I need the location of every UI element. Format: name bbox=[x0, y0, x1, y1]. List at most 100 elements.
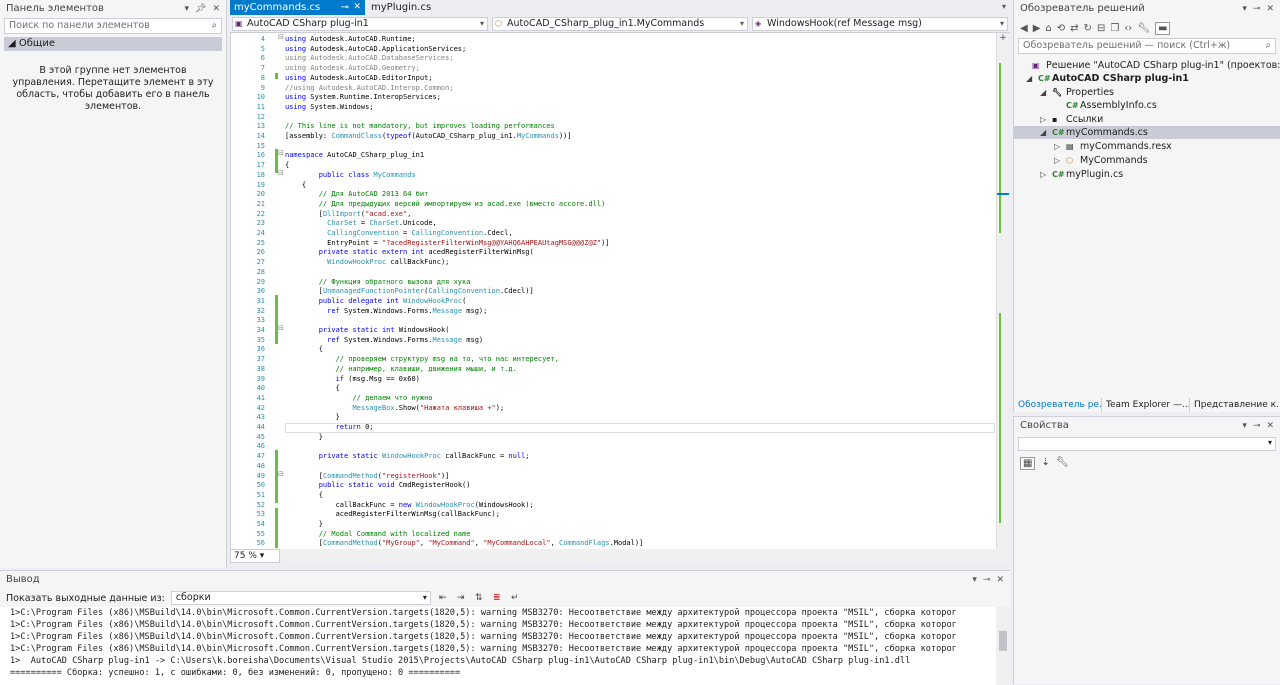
split-icon[interactable]: + bbox=[998, 33, 1008, 43]
dropdown-icon[interactable]: ▾ bbox=[1242, 0, 1247, 18]
code-line[interactable]: using Autodesk.AutoCAD.Geometry; bbox=[285, 63, 420, 73]
output-line[interactable]: 1>C:\Program Files (x86)\MSBuild\14.0\bi… bbox=[0, 619, 996, 631]
code-line[interactable]: using Autodesk.AutoCAD.EditorInput; bbox=[285, 73, 433, 83]
tree-node-mycommands-resx[interactable]: ▷ ▤ myCommands.resx bbox=[1054, 140, 1172, 153]
close-icon[interactable]: ✕ bbox=[212, 0, 220, 18]
close-icon[interactable]: ✕ bbox=[996, 571, 1004, 589]
sync-icon[interactable]: ⇄ bbox=[1070, 23, 1078, 34]
output-line[interactable]: ========== Сборка: успешно: 1, с ошибкам… bbox=[0, 667, 996, 679]
home-icon[interactable]: ⌂ bbox=[1045, 23, 1051, 34]
alphabetical-icon[interactable]: ⇣ bbox=[1041, 457, 1049, 470]
property-pages-icon[interactable]: 🔧︎ bbox=[1056, 457, 1069, 470]
scroll-thumb[interactable] bbox=[999, 631, 1007, 651]
tree-node-myplugin-cs[interactable]: ▷ C#myPlugin.cs bbox=[1040, 168, 1123, 181]
close-icon[interactable]: ✕ bbox=[1266, 0, 1274, 18]
outline-collapse-icon[interactable]: ⊟ bbox=[278, 470, 284, 478]
code-editor[interactable]: 4 5 6 7 8 9 10 11 12 13 14 15 16 17 18 19 20 21 22 23 24 25 26… bbox=[230, 33, 1009, 549]
code-line[interactable]: { bbox=[285, 383, 340, 393]
tree-node-references[interactable]: ▷ ▪ Ссылки bbox=[1040, 113, 1103, 126]
code-line[interactable]: // например, клавиши, движения мыши, и т… bbox=[285, 364, 517, 374]
pin-icon[interactable]: ⊸ bbox=[341, 0, 349, 15]
code-line[interactable]: ref System.Windows.Forms.Message msg) bbox=[285, 335, 483, 345]
properties-wrench-icon[interactable]: 🔧︎ bbox=[1137, 23, 1150, 34]
tree-node-solution[interactable]: ▣ Решение "AutoCAD CSharp plug-in1" (прое… bbox=[1020, 59, 1280, 72]
zoom-dropdown[interactable]: 75 % ▾ bbox=[230, 549, 280, 563]
search-icon[interactable]: ⌕ bbox=[212, 19, 217, 33]
code-line[interactable]: } bbox=[285, 432, 323, 442]
code-line[interactable]: // делаем что нужно bbox=[285, 393, 432, 403]
tree-node-mycommands-class[interactable]: ▷ ⬡ MyCommands bbox=[1054, 154, 1148, 167]
code-line[interactable]: WindowHookProc callBackFunc); bbox=[285, 257, 449, 267]
outline-collapse-icon[interactable]: ⊟ bbox=[278, 169, 284, 177]
code-line[interactable]: public static void CmdRegisterHook() bbox=[285, 480, 471, 490]
pin-icon[interactable]: 📌︎ bbox=[195, 0, 206, 18]
pin-icon[interactable]: ⊸ bbox=[1253, 417, 1261, 435]
code-line[interactable]: [assembly: CommandClass(typeof(AutoCAD_C… bbox=[285, 131, 572, 141]
code-line[interactable]: namespace AutoCAD_CSharp_plug_in1 bbox=[285, 150, 424, 160]
code-line[interactable]: { bbox=[285, 490, 323, 500]
code-line[interactable]: ref System.Windows.Forms.Message msg); bbox=[285, 306, 487, 316]
dropdown-icon[interactable]: ▾ bbox=[972, 571, 977, 589]
go-to-next-icon[interactable]: ⇥ bbox=[455, 592, 467, 604]
collapsed-icon[interactable]: ▷ bbox=[1054, 140, 1066, 153]
editor-horizontal-scrollbar[interactable] bbox=[282, 549, 1008, 563]
code-line[interactable]: // Modal Command with localized name bbox=[285, 529, 471, 539]
code-line[interactable]: acedRegisterFilterWinMsg(callBackFunc); bbox=[285, 509, 500, 519]
code-line[interactable]: public class MyCommands bbox=[285, 170, 416, 180]
output-source-dropdown[interactable]: сборки ▾ bbox=[170, 591, 431, 605]
word-wrap-icon[interactable]: ↵ bbox=[509, 592, 521, 604]
code-line[interactable]: // Функция обратного вызова для хука bbox=[285, 277, 471, 287]
output-scrollbar[interactable] bbox=[996, 607, 1010, 685]
code-line[interactable]: callBackFunc = new WindowHookProc(Window… bbox=[285, 500, 534, 510]
collapsed-icon[interactable]: ▷ bbox=[1040, 113, 1052, 126]
code-line[interactable]: private static int WindowsHook( bbox=[285, 325, 450, 335]
code-line[interactable]: [UnmanagedFunctionPointer(CallingConvent… bbox=[285, 286, 534, 296]
code-line[interactable]: using Autodesk.AutoCAD.DatabaseServices; bbox=[285, 53, 454, 63]
preview-icon[interactable]: ▬ bbox=[1155, 21, 1171, 35]
output-line[interactable]: 1>C:\Program Files (x86)\MSBuild\14.0\bi… bbox=[0, 607, 996, 619]
code-line[interactable]: // This line is not mandatory, but impro… bbox=[285, 121, 555, 131]
back-icon[interactable]: ◀ bbox=[1020, 23, 1028, 34]
code-line[interactable]: using Autodesk.AutoCAD.ApplicationServic… bbox=[285, 44, 466, 54]
code-line[interactable]: using Autodesk.AutoCAD.Runtime; bbox=[285, 34, 416, 44]
project-dropdown[interactable]: ▣ AutoCAD CSharp plug-in1 ▾ bbox=[232, 17, 488, 31]
code-area[interactable]: using Autodesk.AutoCAD.Runtime; using Aut… bbox=[285, 33, 995, 549]
properties-object-dropdown[interactable]: ▾ bbox=[1018, 437, 1276, 451]
tab-mycommands[interactable]: myCommands.cs ⊸ ✕ bbox=[230, 0, 365, 15]
code-line[interactable]: // Для предыдущих версий импортируем из … bbox=[285, 199, 606, 209]
collapsed-icon[interactable]: ▷ bbox=[1040, 168, 1052, 181]
tab-solution-explorer[interactable]: Обозреватель ре... bbox=[1014, 398, 1102, 412]
code-line[interactable]: CharSet = CharSet.Unicode, bbox=[285, 218, 437, 228]
search-icon[interactable]: ⌕ bbox=[1266, 39, 1271, 53]
code-view-icon[interactable]: ‹› bbox=[1124, 23, 1132, 34]
expanded-icon[interactable]: ◢ bbox=[1040, 86, 1052, 99]
output-line[interactable]: 1>C:\Program Files (x86)\MSBuild\14.0\bi… bbox=[0, 643, 996, 655]
history-icon[interactable]: ⟲ bbox=[1057, 23, 1065, 34]
tab-overflow-icon[interactable]: ▾ bbox=[1002, 2, 1006, 11]
code-line[interactable]: } bbox=[285, 412, 340, 422]
code-line[interactable]: return 0; bbox=[285, 422, 374, 432]
tree-node-project[interactable]: ◢ C#AutoCAD CSharp plug-in1 bbox=[1026, 72, 1189, 85]
code-line[interactable]: EntryPoint = "?acedRegisterFilterWinMsg@… bbox=[285, 238, 609, 248]
tree-node-assemblyinfo[interactable]: C#AssemblyInfo.cs bbox=[1054, 99, 1157, 112]
class-dropdown[interactable]: ⬡ AutoCAD_CSharp_plug_in1.MyCommands ▾ bbox=[492, 17, 748, 31]
output-line[interactable]: 1>C:\Program Files (x86)\MSBuild\14.0\bi… bbox=[0, 631, 996, 643]
tree-node-properties[interactable]: ◢ 🔧︎ Properties bbox=[1040, 86, 1114, 99]
close-icon[interactable]: ✕ bbox=[353, 0, 361, 15]
tree-node-mycommands-cs[interactable]: ◢ C#myCommands.cs bbox=[1014, 126, 1280, 139]
find-message-icon[interactable]: ⇅ bbox=[473, 592, 485, 604]
code-line[interactable]: // Для AutoCAD 2013 64 бит bbox=[285, 189, 429, 199]
code-line[interactable]: //using Autodesk.AutoCAD.Interop.Common; bbox=[285, 83, 454, 93]
collapse-all-icon[interactable]: ⊟ bbox=[1097, 23, 1105, 34]
code-line[interactable]: if (msg.Msg == 0x60) bbox=[285, 374, 420, 384]
member-dropdown[interactable]: ◈ WindowsHook(ref Message msg) ▾ bbox=[752, 17, 1008, 31]
code-line[interactable]: using System.Runtime.InteropServices; bbox=[285, 92, 441, 102]
pin-icon[interactable]: ⊸ bbox=[1253, 0, 1261, 18]
code-line[interactable]: // проверяем структуру msg на то, что на… bbox=[285, 354, 559, 364]
show-all-files-icon[interactable]: ❐ bbox=[1110, 23, 1119, 34]
code-line[interactable]: { bbox=[285, 344, 323, 354]
tab-team-explorer[interactable]: Team Explorer —... bbox=[1102, 398, 1190, 412]
editor-vertical-scrollbar[interactable]: + bbox=[996, 33, 1009, 549]
dropdown-icon[interactable]: ▾ bbox=[184, 0, 189, 18]
tab-myplugin[interactable]: myPlugin.cs bbox=[367, 0, 457, 15]
